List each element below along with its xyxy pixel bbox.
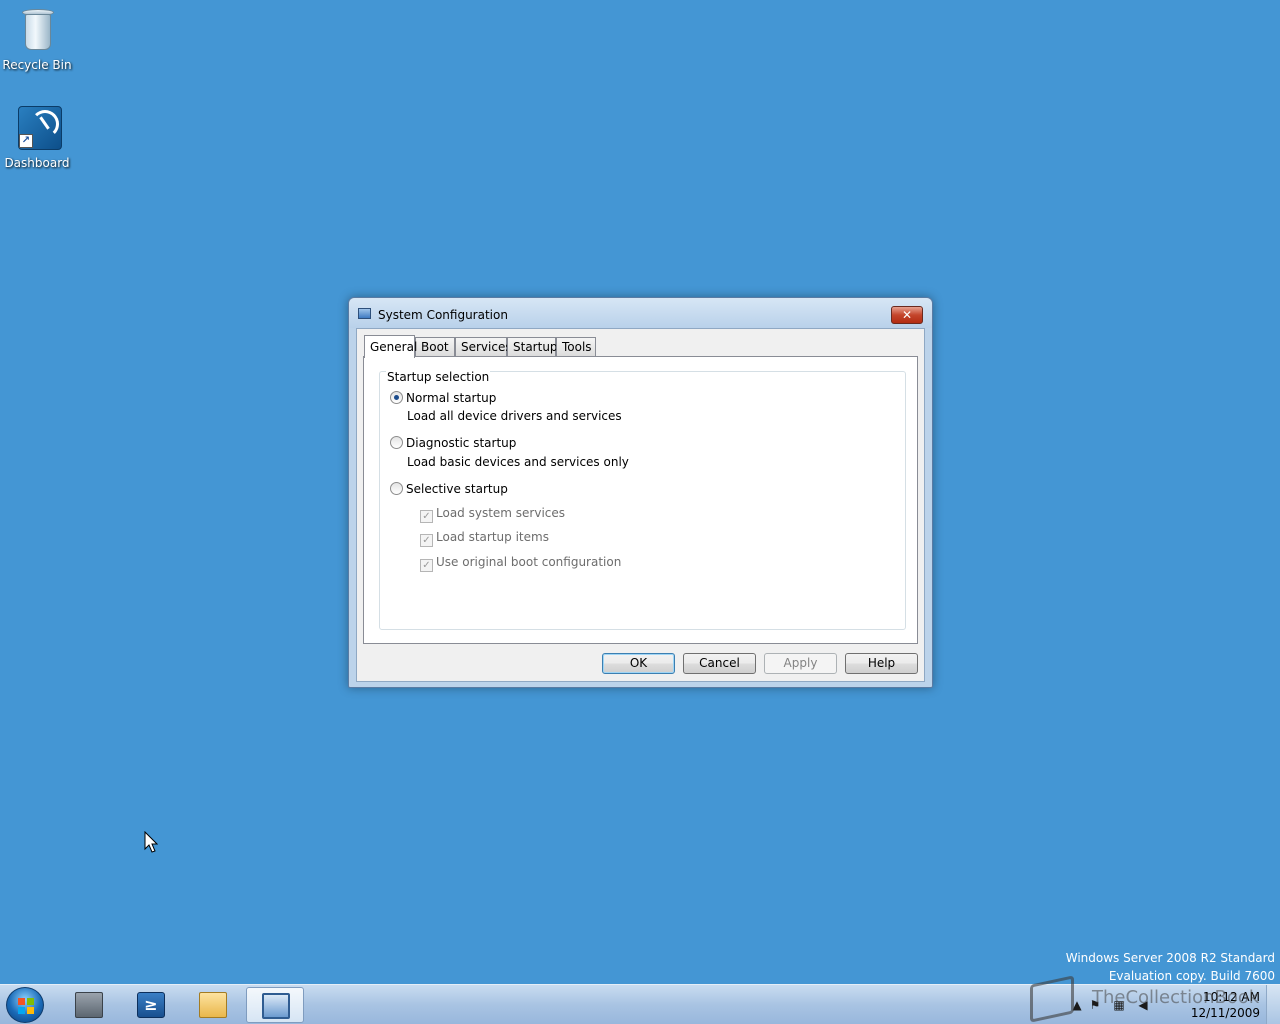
desktop-icon-dashboard[interactable]: ↗ Dashboard xyxy=(0,104,74,170)
close-button[interactable]: ✕ xyxy=(891,306,923,324)
normal-startup-radio[interactable]: Normal startup xyxy=(390,391,496,405)
os-edition-line: Windows Server 2008 R2 Standard xyxy=(1065,951,1275,965)
folder-icon xyxy=(199,992,227,1018)
windows-start-icon xyxy=(18,998,34,1014)
msconfig-icon xyxy=(262,993,290,1019)
desktop-icon-label: Recycle Bin xyxy=(2,58,72,72)
start-button[interactable] xyxy=(6,987,44,1023)
server-manager-icon xyxy=(75,992,103,1018)
radio-button[interactable] xyxy=(390,482,403,495)
checkbox-label: Use original boot configuration xyxy=(436,555,622,569)
radio-button-checked[interactable] xyxy=(390,391,403,404)
ok-button[interactable]: OK xyxy=(602,653,675,674)
dialog-titlebar[interactable]: System Configuration ✕ xyxy=(349,298,932,328)
tab-general[interactable]: General xyxy=(364,335,417,358)
dialog-client-area: General Boot Services Startup Tools Star… xyxy=(356,328,925,682)
checkbox-checked-disabled[interactable]: ✓ xyxy=(420,534,433,547)
system-configuration-dialog: System Configuration ✕ General Boot Serv… xyxy=(348,297,933,688)
checkbox-checked-disabled[interactable]: ✓ xyxy=(420,510,433,523)
taskbar-windows-explorer[interactable] xyxy=(184,987,242,1023)
recycle-bin-icon xyxy=(13,6,61,54)
option-description: Load all device drivers and services xyxy=(407,409,622,423)
radio-button[interactable] xyxy=(390,436,403,449)
option-label: Normal startup xyxy=(406,391,497,405)
tab-tools[interactable]: Tools xyxy=(556,337,596,356)
selective-startup-radio[interactable]: Selective startup xyxy=(390,482,508,496)
dialog-title: System Configuration xyxy=(378,308,508,322)
shortcut-arrow-icon: ↗ xyxy=(19,134,33,148)
close-icon: ✕ xyxy=(901,308,913,322)
watermark-text: TheCollectionBook xyxy=(1092,987,1260,1008)
book-icon xyxy=(1030,975,1074,1023)
powershell-icon: ≥ xyxy=(137,992,165,1018)
cancel-button[interactable]: Cancel xyxy=(683,653,756,674)
taskbar-powershell[interactable]: ≥ xyxy=(122,987,180,1023)
general-tab-panel: Startup selection Normal startup Load al… xyxy=(363,356,918,644)
taskbar-system-configuration[interactable] xyxy=(246,987,304,1023)
checkbox-label: Load startup items xyxy=(436,530,549,544)
tab-services[interactable]: Services xyxy=(455,337,512,356)
tab-boot[interactable]: Boot xyxy=(415,337,455,356)
help-button[interactable]: Help xyxy=(845,653,918,674)
load-startup-items-checkbox[interactable]: ✓ Load startup items xyxy=(420,530,549,547)
show-desktop-button[interactable] xyxy=(1266,985,1280,1024)
diagnostic-startup-radio[interactable]: Diagnostic startup xyxy=(390,436,516,450)
checkbox-label: Load system services xyxy=(436,506,566,520)
desktop-icon-recycle-bin[interactable]: Recycle Bin xyxy=(0,6,74,72)
tab-startup[interactable]: Startup xyxy=(507,337,558,356)
apply-button[interactable]: Apply xyxy=(764,653,837,674)
taskbar-server-manager[interactable] xyxy=(60,987,118,1023)
startup-selection-label: Startup selection xyxy=(386,370,491,384)
option-label: Diagnostic startup xyxy=(406,436,517,450)
load-system-services-checkbox[interactable]: ✓ Load system services xyxy=(420,506,565,523)
watermark: TheCollectionBook xyxy=(1030,975,1265,1023)
option-label: Selective startup xyxy=(406,482,508,496)
desktop-icon-label: Dashboard xyxy=(4,156,70,170)
checkbox-checked-disabled[interactable]: ✓ xyxy=(420,559,433,572)
option-description: Load basic devices and services only xyxy=(407,455,629,469)
use-original-boot-configuration-checkbox[interactable]: ✓ Use original boot configuration xyxy=(420,555,621,572)
dashboard-icon: ↗ xyxy=(13,104,62,152)
msconfig-icon xyxy=(358,308,371,319)
